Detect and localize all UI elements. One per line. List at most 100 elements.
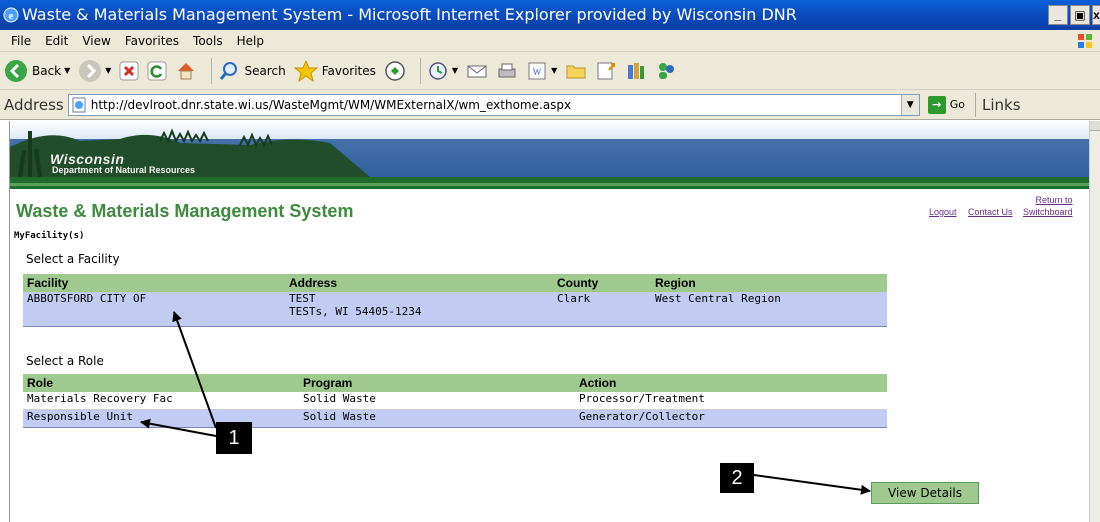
messenger-button[interactable]	[655, 60, 677, 82]
facility-address: TEST TESTs, WI 54405-1234	[285, 292, 553, 326]
contact-us-link[interactable]: Contact Us	[968, 207, 1013, 217]
edit-button[interactable]: W ▼	[526, 60, 557, 82]
return-label: Return to	[1035, 195, 1073, 205]
print-button[interactable]	[496, 60, 518, 82]
role-section-label: Select a Role	[26, 354, 104, 368]
internet-explorer-icon: e	[3, 7, 19, 23]
role-row[interactable]: Responsible Unit Solid Waste Generator/C…	[23, 409, 887, 428]
address-line: TEST	[289, 292, 316, 305]
chevron-down-icon[interactable]: ▼	[452, 66, 458, 75]
forward-arrow-icon	[79, 59, 102, 82]
svg-text:e: e	[9, 10, 14, 22]
chevron-down-icon[interactable]: ▼	[551, 66, 557, 75]
go-button[interactable]: → Go	[927, 95, 965, 114]
home-button[interactable]	[175, 60, 197, 82]
forward-button[interactable]: ▼	[78, 59, 111, 83]
toolbar-separator	[419, 57, 421, 84]
address-line: TESTs, WI 54405-1234	[289, 305, 422, 318]
back-arrow-icon	[5, 59, 27, 82]
column-header: Facility	[23, 274, 285, 292]
media-icon	[385, 60, 405, 81]
home-icon	[178, 62, 195, 79]
books-icon	[628, 62, 645, 79]
role-action: Processor/Treatment	[575, 392, 887, 410]
chevron-down-icon[interactable]: ▼	[64, 66, 70, 75]
address-input[interactable]: http://devlroot.dnr.state.wi.us/WasteMgm…	[67, 93, 920, 116]
chevron-down-icon[interactable]: ▼	[900, 94, 919, 115]
maximize-button[interactable]: ▣	[1070, 5, 1090, 25]
address-url: http://devlroot.dnr.state.wi.us/WasteMgm…	[90, 97, 572, 112]
page-icon	[72, 97, 86, 112]
chevron-down-icon[interactable]: ▼	[105, 66, 111, 75]
svg-text:W: W	[533, 67, 542, 77]
minimize-button[interactable]: _	[1048, 5, 1068, 25]
role-name: Materials Recovery Fac	[23, 392, 299, 410]
return-switchboard-link[interactable]: Return to Switchboard	[1023, 194, 1073, 218]
role-row[interactable]: Materials Recovery Fac Solid Waste Proce…	[23, 392, 887, 410]
scroll-up-arrow[interactable]	[1090, 121, 1100, 131]
column-header: Address	[285, 274, 553, 292]
media-button[interactable]	[384, 60, 406, 82]
role-table: Role Program Action Materials Recovery F…	[23, 374, 887, 428]
folder-button[interactable]	[565, 60, 587, 82]
facility-region: West Central Region	[651, 292, 887, 326]
address-bar: Address http://devlroot.dnr.state.wi.us/…	[0, 90, 1100, 120]
address-label: Address	[4, 95, 64, 114]
search-button[interactable]: Search	[218, 60, 286, 82]
callout-badge-2: 2	[720, 463, 754, 493]
facility-table: Facility Address County Region ABBOTSFOR…	[23, 274, 887, 327]
callout-badge-1: 1	[216, 422, 252, 454]
star-icon	[293, 59, 318, 82]
menu-help[interactable]: Help	[230, 34, 271, 48]
links-button[interactable]: Links	[982, 96, 1021, 114]
menu-bar: File Edit View Favorites Tools Help	[0, 30, 1100, 52]
messenger-icon	[659, 62, 675, 79]
section-title: MyFacility(s)	[14, 231, 85, 241]
word-edit-icon: W	[528, 62, 546, 79]
logout-link[interactable]: Logout	[929, 207, 957, 217]
window-title: Waste & Materials Management System - Mi…	[22, 5, 797, 24]
menu-view[interactable]: View	[75, 34, 117, 48]
stop-button[interactable]	[119, 61, 139, 81]
facility-header-row: Facility Address County Region	[23, 274, 887, 292]
facility-county: Clark	[553, 292, 651, 326]
windows-logo-icon	[1078, 34, 1092, 48]
research-button[interactable]	[595, 60, 617, 82]
history-icon	[429, 61, 447, 80]
view-details-button[interactable]: View Details	[871, 482, 979, 504]
window-controls: _ ▣ x	[1048, 5, 1100, 25]
menu-favorites[interactable]: Favorites	[118, 34, 186, 48]
column-header: Program	[299, 374, 575, 392]
folder-icon	[566, 65, 586, 78]
dnr-banner: Wisconsin Department of Natural Resource…	[10, 121, 1089, 189]
close-button[interactable]: x	[1092, 5, 1100, 25]
toolbar: Back ▼ ▼ Search Favorites ▼ W ▼	[0, 52, 1100, 90]
column-header: Region	[651, 274, 887, 292]
reference-button[interactable]	[625, 60, 647, 82]
column-header: County	[553, 274, 651, 292]
links-separator	[975, 92, 977, 117]
menu-file[interactable]: File	[4, 34, 38, 48]
search-label: Search	[244, 63, 286, 78]
mail-icon	[467, 65, 487, 77]
facility-section-label: Select a Facility	[26, 252, 120, 266]
mail-button[interactable]	[466, 60, 488, 82]
role-program: Solid Waste	[299, 392, 575, 410]
column-header: Action	[575, 374, 887, 392]
favorites-button[interactable]: Favorites	[293, 59, 376, 82]
menu-edit[interactable]: Edit	[38, 34, 75, 48]
back-label: Back	[32, 63, 62, 78]
banner-landscape	[10, 121, 1089, 189]
research-icon	[597, 62, 616, 79]
history-button[interactable]: ▼	[427, 60, 458, 82]
facility-name: ABBOTSFORD CITY OF	[23, 292, 285, 326]
vertical-scrollbar[interactable]	[1089, 121, 1100, 522]
page-title: Waste & Materials Management System	[16, 201, 354, 221]
agency-subtitle: Department of Natural Resources	[52, 165, 196, 175]
menu-tools[interactable]: Tools	[186, 34, 230, 48]
refresh-button[interactable]	[147, 61, 167, 81]
column-header: Role	[23, 374, 299, 392]
role-action: Generator/Collector	[575, 409, 887, 428]
facility-row[interactable]: ABBOTSFORD CITY OF TEST TESTs, WI 54405-…	[23, 292, 887, 326]
back-button[interactable]: Back ▼	[4, 59, 70, 83]
